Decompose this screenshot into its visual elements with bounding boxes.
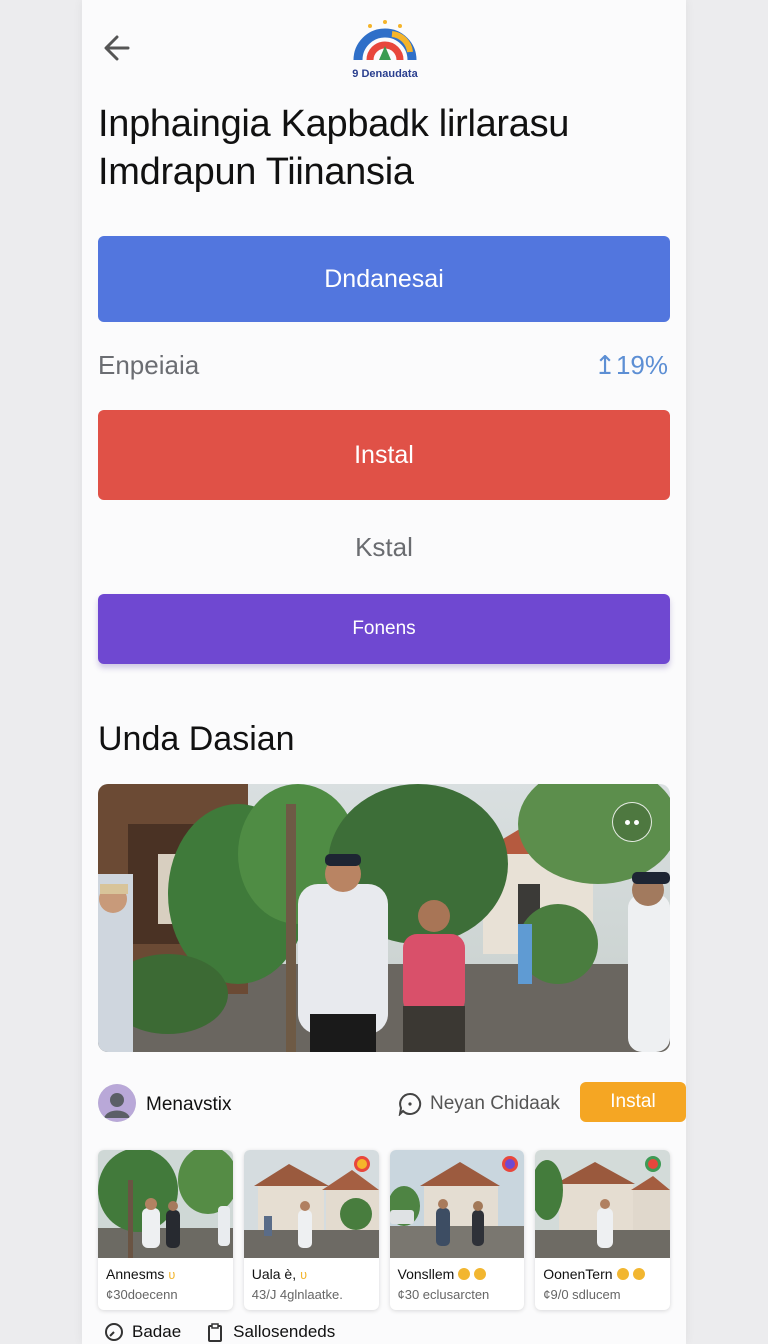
coin-icon: ʋ	[300, 1266, 308, 1282]
comment-button[interactable]: Neyan Chidaak	[398, 1092, 560, 1116]
thumbnail-card[interactable]: Vonsllem ¢30 eclusarcten	[389, 1150, 525, 1310]
thumbnail-list: Annesms ʋ ¢30doecenn Uala è, ʋ 43/J 4gln…	[98, 1150, 670, 1310]
post-install-button[interactable]: Instal	[580, 1082, 686, 1122]
coin-icon	[474, 1268, 487, 1280]
bottom-item-sales[interactable]: Sallosendeds	[205, 1322, 335, 1342]
page-title: Inphaingia Kapbadk lirlarasu Imdrapun Ti…	[98, 100, 678, 196]
primary-button[interactable]: Dndanesai	[98, 236, 670, 322]
comment-label: Neyan Chidaak	[430, 1093, 560, 1114]
coin-icon: ʋ	[168, 1266, 176, 1282]
bottom-bar: Badae Sallosendeds	[104, 1322, 335, 1342]
coin-icon	[616, 1268, 629, 1280]
thumbnail-name: Vonsllem	[398, 1266, 487, 1282]
install-button[interactable]: Instal	[98, 410, 670, 500]
thumbnail-name: OonenTern	[543, 1266, 645, 1282]
thumbnail-name-text: OonenTern	[543, 1266, 613, 1282]
purple-button[interactable]: Fonens	[98, 594, 670, 664]
thumbnail-image	[98, 1150, 233, 1258]
bottom-item-label: Sallosendeds	[233, 1322, 336, 1341]
thumbnail-meta: ¢30doecenn	[106, 1287, 178, 1302]
section-title: Unda Dasian	[98, 720, 295, 758]
avatar[interactable]	[98, 1084, 136, 1122]
clipboard-icon	[208, 1323, 223, 1342]
thumbnail-name-text: Vonsllem	[397, 1266, 455, 1282]
thumbnail-image	[535, 1150, 670, 1258]
bottom-item-badge[interactable]: Badae	[104, 1322, 181, 1342]
secondary-link[interactable]: Kstal	[82, 532, 686, 563]
more-icon[interactable]	[612, 802, 652, 842]
hero-image[interactable]	[98, 784, 670, 1052]
author-name[interactable]: Menavstix	[146, 1094, 232, 1116]
thumbnail-meta: 43/J 4glnlaatke.	[251, 1287, 343, 1302]
stat-value: ↥19%	[594, 350, 668, 380]
logo-icon	[353, 20, 417, 61]
thumbnail-image	[243, 1150, 379, 1258]
thumbnail-name: Uala è, ʋ	[252, 1266, 307, 1282]
thumbnail-image	[389, 1150, 525, 1258]
back-arrow-icon[interactable]	[98, 28, 138, 68]
thumbnail-card[interactable]: OonenTern ¢9/0 sdlucem	[535, 1150, 670, 1310]
thumbnail-card[interactable]: Uala è, ʋ 43/J 4glnlaatke.	[243, 1150, 379, 1310]
app-logo: 9 Denaudata	[350, 16, 420, 82]
thumbnail-meta: ¢30 eclusarcten	[397, 1287, 490, 1302]
clock-icon	[105, 1323, 123, 1341]
thumbnail-card[interactable]: Annesms ʋ ¢30doecenn	[98, 1150, 233, 1310]
thumbnail-name: Annesms ʋ	[106, 1266, 175, 1282]
bottom-item-label: Badae	[132, 1322, 182, 1341]
thumbnail-name-text: Uala è,	[251, 1266, 297, 1282]
coin-icon	[632, 1268, 645, 1280]
title-line-1: Inphaingia Kapbadk lirlarasu	[98, 103, 570, 145]
app-screen: 9 Denaudata Inphaingia Kapbadk lirlarasu…	[82, 0, 686, 1344]
thumbnail-meta: ¢9/0 sdlucem	[543, 1287, 621, 1302]
hero-photo	[98, 784, 670, 1052]
comment-icon	[398, 1092, 422, 1116]
stat-label: Enpeiaia	[98, 350, 200, 380]
post-author-row: Menavstix Neyan Chidaak Instal	[98, 1082, 686, 1126]
title-line-2: Imdrapun Tiinansia	[98, 151, 414, 193]
thumbnail-name-text: Annesms	[106, 1266, 165, 1282]
logo-text: 9 Denaudata	[352, 68, 418, 80]
coin-icon	[458, 1268, 471, 1280]
